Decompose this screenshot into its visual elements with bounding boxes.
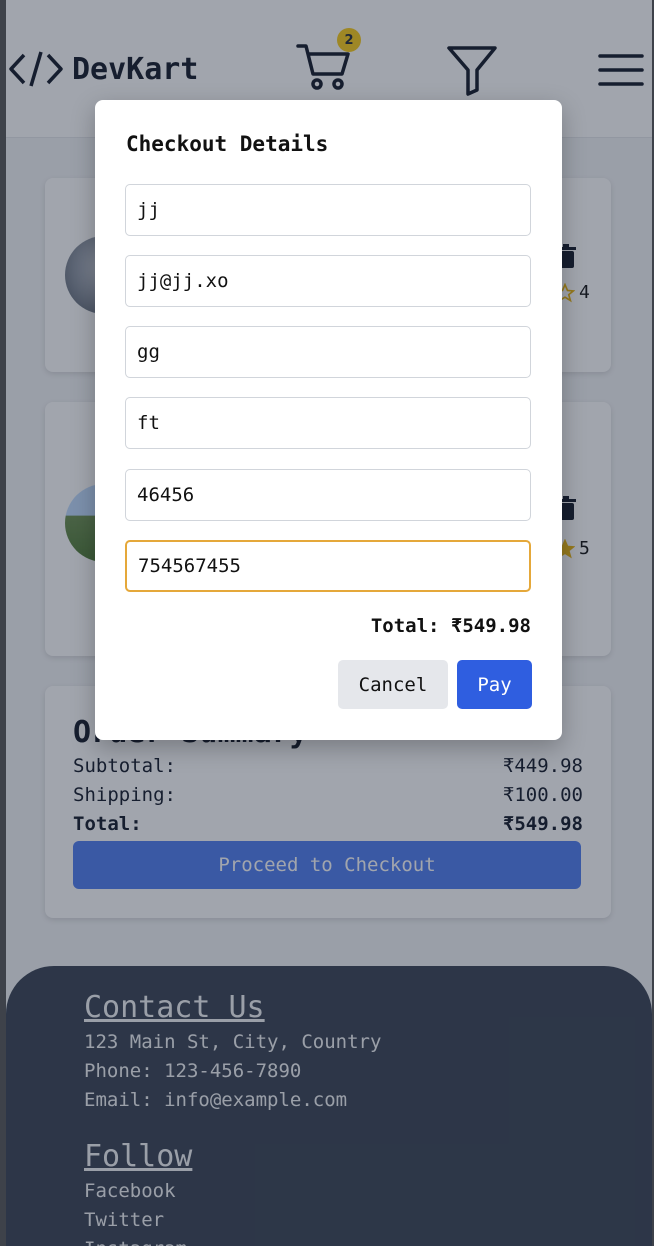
cancel-button[interactable]: Cancel	[338, 660, 448, 709]
city-field[interactable]	[125, 397, 531, 449]
address-field[interactable]	[125, 326, 531, 378]
name-field[interactable]	[125, 184, 531, 236]
phone-field[interactable]	[125, 540, 531, 592]
checkout-modal: Checkout Details Total: ₹549.98 Cancel P…	[95, 100, 562, 740]
email-field[interactable]	[125, 255, 531, 307]
modal-title: Checkout Details	[126, 132, 329, 156]
zip-field[interactable]	[125, 469, 531, 521]
modal-total: Total: ₹549.98	[370, 615, 531, 637]
pay-button[interactable]: Pay	[457, 660, 532, 709]
